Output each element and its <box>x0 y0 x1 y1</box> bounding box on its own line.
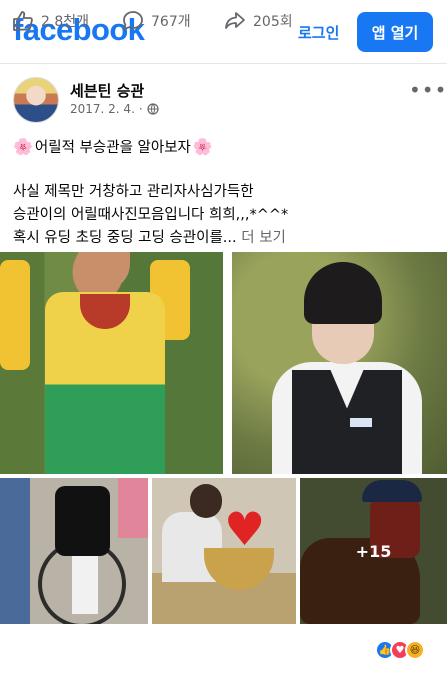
thumbs-up-icon <box>13 11 33 31</box>
post-body-line: 승관이의 어릴때사진모음입니다 희희,,,*^^* <box>13 207 289 223</box>
flower-icon: 🌸 <box>192 137 213 156</box>
photo-1[interactable] <box>0 252 223 474</box>
photo-2[interactable] <box>232 252 447 474</box>
more-options-icon[interactable]: ••• <box>409 78 447 102</box>
see-more-link[interactable]: 더 보기 <box>241 230 286 246</box>
share-count: 205회 <box>253 14 293 30</box>
post-title-line: 🌸 어릴적 부승관을 알아보자 🌸 <box>13 136 213 157</box>
photo-5[interactable]: +15 <box>300 478 447 624</box>
share-button[interactable]: 205회 <box>223 9 293 33</box>
photo-3[interactable] <box>0 478 148 624</box>
globe-icon <box>147 103 159 115</box>
post-meta: 2017. 2. 4. · <box>70 102 159 116</box>
post-body-text: 혹시 유딩 초딩 중딩 고딩 승관이를... <box>13 230 237 246</box>
comment-icon <box>123 11 143 30</box>
post-body-line: 혹시 유딩 초딩 중딩 고딩 승관이를... 더 보기 <box>13 226 286 247</box>
post-body-line: 사실 제목만 거창하고 관리자사심가득한 <box>13 184 254 200</box>
author-name[interactable]: 세븐틴 승관 <box>70 80 144 101</box>
haha-reaction-icon: 😆 <box>405 640 425 660</box>
reaction-summary[interactable]: 👍 ♥ 😆 <box>375 640 425 660</box>
login-link[interactable]: 로그인 <box>298 22 339 43</box>
comment-button[interactable]: 767개 <box>121 9 191 33</box>
comment-count: 767개 <box>151 14 191 30</box>
post-title: 어릴적 부승관을 알아보자 <box>34 140 191 156</box>
share-icon <box>225 12 245 29</box>
post-date[interactable]: 2017. 2. 4. <box>70 102 135 116</box>
author-avatar[interactable] <box>13 77 59 123</box>
heart-sticker: ♥ <box>224 502 266 556</box>
like-button[interactable]: 2.8천개 <box>11 9 89 33</box>
photo-4[interactable]: ♥ <box>152 478 296 624</box>
open-app-button[interactable]: 앱 열기 <box>357 12 433 52</box>
more-photos-overlay[interactable]: +15 <box>300 478 447 624</box>
flower-icon: 🌸 <box>13 137 33 156</box>
like-count: 2.8천개 <box>41 14 90 30</box>
